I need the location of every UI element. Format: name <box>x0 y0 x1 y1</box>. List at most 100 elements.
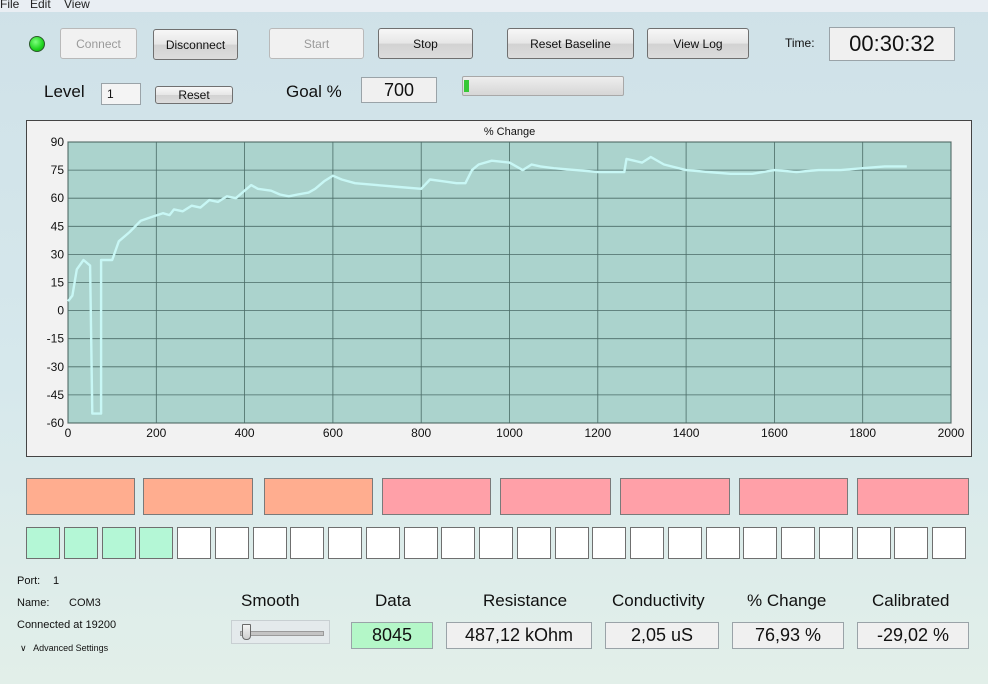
percent-change-chart: % Change0 200 400 600 800 1000 1200 1400 1600 180… <box>47 126 965 440</box>
zone-tile <box>143 478 253 515</box>
x-tick-label: 1600 <box>761 426 788 440</box>
progress-cell-filled <box>64 527 98 559</box>
progress-cell <box>743 527 777 559</box>
port-label: Port: <box>17 575 41 587</box>
y-tick-label: -30 <box>47 360 65 374</box>
progress-cell <box>479 527 513 559</box>
double-chevron-down-icon: ∨ <box>20 643 27 653</box>
progress-cell <box>668 527 702 559</box>
progress-cell-filled <box>139 527 173 559</box>
zone-tile <box>620 478 730 515</box>
zone-tile <box>857 478 969 515</box>
readout-value-2: 487,12 kOhm <box>446 622 592 649</box>
advanced-settings-toggle[interactable]: ∨ Advanced Settings <box>20 643 108 654</box>
progress-cell <box>932 527 966 559</box>
readout-label-1: Data <box>375 591 411 610</box>
y-tick-label: 30 <box>51 247 65 261</box>
x-tick-label: 1400 <box>673 426 700 440</box>
progress-cell-filled <box>26 527 60 559</box>
time-display: 00:30:32 <box>829 27 955 61</box>
readout-value-1: 8045 <box>351 622 433 649</box>
menu-edit[interactable]: Edit <box>30 0 51 10</box>
zone-tile <box>382 478 491 515</box>
readout-label-2: Resistance <box>483 591 568 610</box>
progress-cell <box>517 527 551 559</box>
progress-cell <box>555 527 589 559</box>
y-tick-label: 45 <box>51 219 65 233</box>
y-tick-label: -60 <box>47 416 65 430</box>
progress-cell <box>404 527 438 559</box>
y-tick-label: 60 <box>51 191 65 205</box>
goal-value: 700 <box>361 77 437 103</box>
x-tick-label: 200 <box>146 426 166 440</box>
readout-value-3: 2,05 uS <box>605 622 719 649</box>
menu-file[interactable]: File <box>0 0 19 10</box>
advanced-settings-label: Advanced Settings <box>33 643 109 653</box>
smooth-slider[interactable] <box>231 620 330 644</box>
x-tick-label: 0 <box>65 426 72 440</box>
progress-cell <box>215 527 249 559</box>
progress-cell <box>706 527 740 559</box>
x-tick-label: 1200 <box>584 426 611 440</box>
goal-progress-fill <box>464 80 469 92</box>
progress-cell <box>177 527 211 559</box>
y-tick-label: 75 <box>51 163 65 177</box>
readout-value-5: -29,02 % <box>857 622 969 649</box>
smooth-slider-thumb[interactable] <box>242 624 251 640</box>
readout-label-3: Conductivity <box>612 591 705 610</box>
goal-progress-bar <box>462 76 624 96</box>
y-tick-label: 15 <box>51 276 65 290</box>
time-label: Time: <box>785 36 815 50</box>
connection-status: Connected at 19200 <box>17 619 117 631</box>
name-label: Name: <box>17 597 50 609</box>
smooth-label: Smooth <box>241 591 300 610</box>
start-button[interactable]: Start <box>269 28 364 59</box>
readout-value-4: 76,93 % <box>732 622 844 649</box>
progress-cell <box>290 527 324 559</box>
chart-title: % Change <box>484 126 535 138</box>
zone-tile <box>500 478 611 515</box>
y-tick-label: 0 <box>57 304 64 318</box>
x-tick-label: 2000 <box>938 426 965 440</box>
x-tick-label: 600 <box>323 426 343 440</box>
view-log-button[interactable]: View Log <box>647 28 749 59</box>
goal-label: Goal % <box>286 82 342 101</box>
readout-label-4: % Change <box>747 591 827 610</box>
zone-tile <box>264 478 373 515</box>
chart-panel: % Change 0 200 400 600 800 1000 1200 1400 1600 180… <box>26 120 972 457</box>
progress-cell-filled <box>102 527 136 559</box>
menu-bar: File Edit View <box>0 0 988 12</box>
progress-cell <box>857 527 891 559</box>
zone-tile <box>739 478 848 515</box>
connection-led-icon <box>29 36 45 52</box>
readout-label-5: Calibrated <box>872 591 950 610</box>
level-reset-button[interactable]: Reset <box>155 86 233 104</box>
y-tick-label: -15 <box>47 332 65 346</box>
zone-tile <box>26 478 135 515</box>
disconnect-button[interactable]: Disconnect <box>153 29 238 60</box>
progress-cell <box>328 527 362 559</box>
x-tick-label: 1800 <box>849 426 876 440</box>
menu-view[interactable]: View <box>64 0 90 10</box>
y-tick-label: 90 <box>51 135 65 149</box>
reset-baseline-button[interactable]: Reset Baseline <box>507 28 634 59</box>
progress-cell <box>366 527 400 559</box>
progress-cell <box>819 527 853 559</box>
y-tick-label: -45 <box>47 388 65 402</box>
x-tick-label: 800 <box>411 426 431 440</box>
progress-cell <box>441 527 475 559</box>
x-tick-label: 1000 <box>496 426 523 440</box>
x-tick-label: 400 <box>235 426 255 440</box>
connect-button[interactable]: Connect <box>60 28 137 59</box>
progress-cell <box>592 527 626 559</box>
progress-cell <box>894 527 928 559</box>
progress-cell <box>781 527 815 559</box>
port-value: 1 <box>53 575 60 587</box>
progress-cell <box>630 527 664 559</box>
smooth-slider-track <box>240 631 324 636</box>
level-input[interactable]: 1 <box>101 83 141 105</box>
stop-button[interactable]: Stop <box>378 28 473 59</box>
progress-cell <box>253 527 287 559</box>
level-label: Level <box>44 82 85 101</box>
name-value: COM3 <box>69 597 101 609</box>
